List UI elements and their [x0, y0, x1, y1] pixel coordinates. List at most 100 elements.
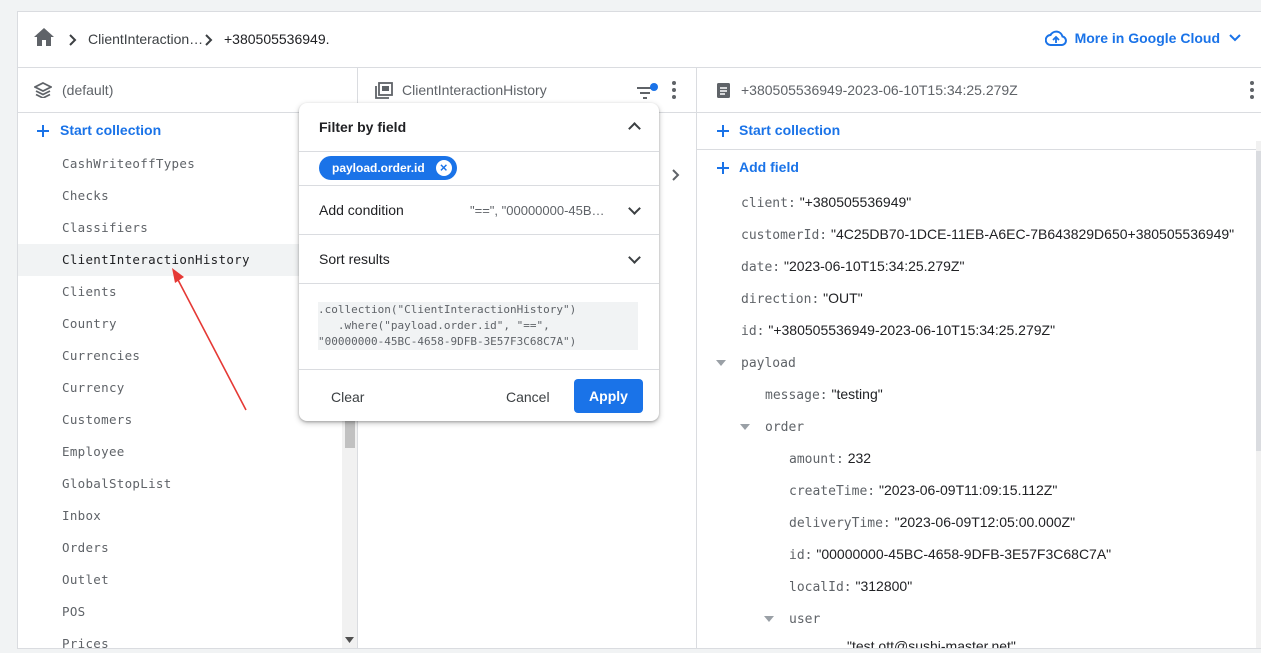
cancel-button[interactable]: Cancel: [506, 389, 550, 405]
field-row[interactable]: date: "2023-06-10T15:34:25.279Z": [741, 258, 964, 275]
field-chip[interactable]: payload.order.id ×: [319, 156, 457, 180]
field-value: "00000000-45BC-4658-9DFB-3E57F3C68C7A": [816, 546, 1112, 562]
code-line: .where("payload.order.id", "==",: [318, 319, 550, 332]
collection-item[interactable]: Orders: [18, 532, 342, 564]
field-value: "2023-06-09T11:09:15.112Z": [878, 482, 1058, 498]
collection-list: CashWriteoffTypes Checks Classifiers Cli…: [18, 148, 342, 648]
collection-item[interactable]: POS: [18, 596, 342, 628]
code-line: "00000000-45BC-4658-9DFB-3E57F3C68C7A"): [318, 335, 577, 348]
collection-item[interactable]: Clients: [18, 276, 342, 308]
scrollbar-thumb[interactable]: [345, 418, 355, 448]
expand-triangle-icon[interactable]: [740, 424, 750, 430]
collection-item-selected[interactable]: ClientInteractionHistory: [18, 244, 342, 276]
query-code-preview: .collection("ClientInteractionHistory") …: [318, 302, 638, 350]
field-row[interactable]: payload: [741, 354, 796, 371]
more-in-google-cloud-label: More in Google Cloud: [1074, 30, 1220, 46]
collection-item[interactable]: Currency: [18, 372, 342, 404]
field-row[interactable]: client: "+380505536949": [741, 194, 911, 211]
plus-icon: [717, 162, 729, 174]
expand-triangle-icon[interactable]: [716, 360, 726, 366]
field-row[interactable]: localId: "312800": [789, 578, 912, 595]
collection-item[interactable]: Customers: [18, 404, 342, 436]
start-collection-label: Start collection: [739, 122, 841, 138]
field-row[interactable]: createTime: "2023-06-09T11:09:15.112Z": [789, 482, 1057, 499]
collection-icon: [375, 82, 393, 99]
field-key: payload: [741, 356, 796, 371]
document-more-icon[interactable]: [1250, 81, 1254, 102]
expand-triangle-icon[interactable]: [764, 616, 774, 622]
collection-item[interactable]: GlobalStopList: [18, 468, 342, 500]
chevron-right-icon[interactable]: [672, 169, 680, 181]
field-row[interactable]: amount: 232: [789, 450, 871, 467]
breadcrumb-collection[interactable]: ClientInteraction…: [88, 31, 203, 47]
field-row[interactable]: order: [765, 418, 804, 435]
field-value: "test.ott@sushi-master.net": [847, 638, 1016, 649]
field-value: "2023-06-09T12:05:00.000Z": [894, 514, 1076, 530]
collection-item[interactable]: Country: [18, 308, 342, 340]
field-value: "+380505536949": [799, 194, 912, 210]
document-scrollbar[interactable]: [1256, 141, 1261, 648]
field-row[interactable]: message: "testing": [765, 386, 883, 403]
chevron-right-icon: [205, 34, 213, 46]
sort-results-section[interactable]: Sort results: [299, 235, 659, 284]
database-layers-icon: [34, 82, 52, 98]
chevron-down-icon[interactable]: [628, 251, 641, 264]
collection-item[interactable]: Outlet: [18, 564, 342, 596]
field-row[interactable]: "test.ott@sushi-master.net": [847, 638, 1016, 649]
add-field-label: Add field: [739, 159, 799, 175]
chevron-up-icon[interactable]: [628, 122, 641, 135]
chevron-down-icon: [1229, 34, 1241, 42]
chevron-down-icon[interactable]: [628, 202, 641, 215]
field-key: order: [765, 420, 805, 435]
field-key: deliveryTime:: [789, 516, 891, 531]
plus-icon: [717, 125, 729, 137]
clear-button[interactable]: Clear: [331, 389, 364, 405]
field-chip-label: payload.order.id: [332, 161, 425, 175]
remove-chip-icon[interactable]: ×: [435, 160, 452, 176]
filter-icon[interactable]: [637, 83, 659, 99]
field-value: "4C25DB70-1DCE-11EB-A6EC-7B643829D650+38…: [830, 226, 1235, 242]
field-row[interactable]: customerId: "4C25DB70-1DCE-11EB-A6EC-7B6…: [741, 226, 1234, 243]
field-key: direction:: [741, 292, 820, 307]
more-in-google-cloud-button[interactable]: More in Google Cloud: [1044, 30, 1242, 46]
filter-by-field-label: Filter by field: [319, 119, 407, 135]
field-row[interactable]: deliveryTime: "2023-06-09T12:05:00.000Z": [789, 514, 1075, 531]
field-key: date:: [741, 260, 781, 275]
plus-icon: [37, 125, 49, 137]
field-value: "OUT": [823, 290, 863, 306]
divider: [299, 369, 659, 370]
field-row[interactable]: user: [789, 610, 820, 627]
chevron-right-icon: [69, 34, 77, 46]
collection-item[interactable]: CashWriteoffTypes: [18, 148, 342, 180]
start-collection-label: Start collection: [60, 122, 162, 138]
document-icon: [717, 83, 730, 98]
field-row[interactable]: direction: "OUT": [741, 290, 863, 307]
collection-item[interactable]: Classifiers: [18, 212, 342, 244]
field-key: localId:: [789, 580, 852, 595]
add-condition-label: Add condition: [319, 202, 404, 218]
collection-item[interactable]: Currencies: [18, 340, 342, 372]
field-row[interactable]: id: "00000000-45BC-4658-9DFB-3E57F3C68C7…: [789, 546, 1111, 563]
collection-item[interactable]: Employee: [18, 436, 342, 468]
collection-item[interactable]: Inbox: [18, 500, 342, 532]
filter-by-field-section[interactable]: Filter by field: [299, 103, 659, 152]
condition-value: "==", "00000000-45B…: [470, 203, 605, 218]
field-key: client:: [741, 196, 796, 211]
divider: [697, 149, 1261, 150]
field-key: user: [789, 612, 821, 627]
collection-more-icon[interactable]: [672, 81, 676, 102]
field-row[interactable]: id: "+380505536949-2023-06-10T15:34:25.2…: [741, 322, 1055, 339]
field-key: message:: [765, 388, 828, 403]
add-condition-section[interactable]: Add condition "==", "00000000-45B…: [299, 186, 659, 235]
field-key: id:: [741, 324, 765, 339]
home-icon[interactable]: [34, 28, 54, 46]
field-value: "testing": [831, 386, 883, 402]
scrollbar-thumb[interactable]: [1256, 151, 1261, 451]
collection-item[interactable]: Checks: [18, 180, 342, 212]
breadcrumb-document[interactable]: +380505536949.: [224, 31, 330, 47]
collection-item[interactable]: Prices: [18, 628, 342, 648]
field-key: customerId:: [741, 228, 828, 243]
scroll-down-arrow-icon[interactable]: [345, 637, 354, 643]
apply-button[interactable]: Apply: [574, 379, 643, 413]
sort-results-label: Sort results: [319, 251, 390, 267]
